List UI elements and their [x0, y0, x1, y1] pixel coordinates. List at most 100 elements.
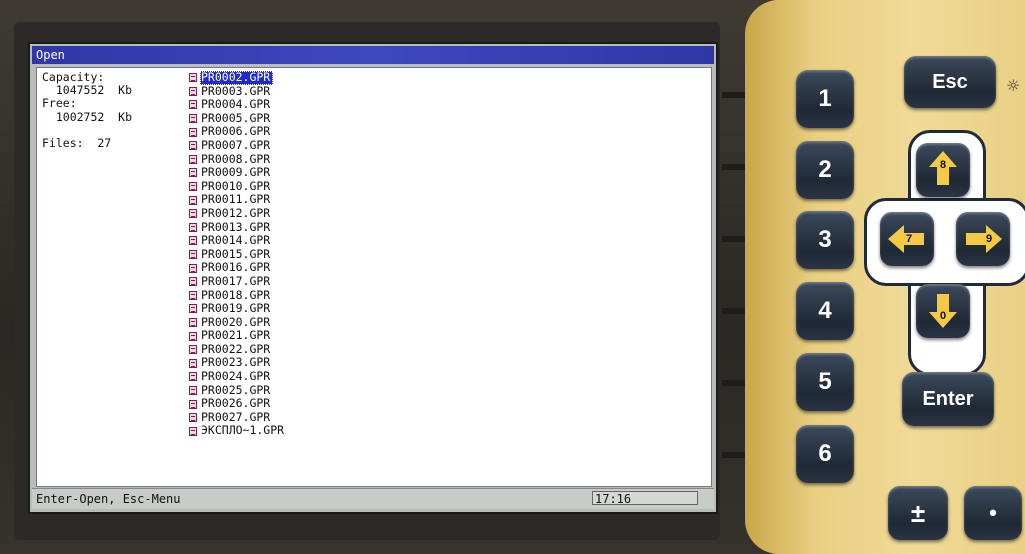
file-list-item[interactable]: PR0002.GPR [189, 70, 369, 85]
file-name: PR0007.GPR [201, 137, 271, 152]
file-icon [189, 236, 197, 246]
file-name: PR0021.GPR [201, 328, 271, 343]
file-list-item[interactable]: PR0027.GPR [189, 409, 369, 425]
file-name: PR0011.GPR [201, 192, 271, 207]
file-list-item[interactable]: PR0015.GPR [189, 247, 369, 262]
digit-key-2[interactable]: 2 [796, 141, 854, 199]
clock: 17:16 [592, 491, 698, 506]
file-list-item[interactable]: PR0019.GPR [189, 301, 369, 316]
up-arrow-key[interactable]: 8 [916, 143, 970, 197]
enter-key[interactable]: Enter [902, 372, 994, 426]
file-name: PR0009.GPR [201, 165, 271, 180]
open-dialog-content: Capacity: 1047552 Kb Free: 1002752 Kb Fi… [36, 67, 712, 487]
file-list-item[interactable]: PR0016.GPR [189, 261, 369, 275]
file-name: PR0017.GPR [201, 273, 271, 288]
file-icon [189, 209, 197, 219]
file-name: PR0003.GPR [201, 83, 271, 98]
file-list-item[interactable]: PR0003.GPR [189, 83, 369, 99]
file-icon [189, 168, 197, 178]
free-label: Free: [42, 96, 77, 111]
file-list-item[interactable]: PR0026.GPR [189, 397, 369, 411]
file-name: PR0023.GPR [201, 355, 271, 370]
file-icon [189, 127, 197, 137]
up-key-number: 8 [939, 159, 947, 171]
left-key-number: 7 [906, 233, 913, 245]
file-icon [189, 385, 197, 395]
down-key-number: 0 [939, 310, 947, 322]
window-title: Open [32, 46, 714, 64]
file-icon [189, 114, 197, 124]
file-list-item[interactable]: ЭКСПЛО~1.GPR [189, 424, 369, 438]
file-name: PR0006.GPR [201, 124, 271, 139]
file-list-item[interactable]: PR0023.GPR [189, 356, 369, 370]
file-icon [189, 413, 197, 423]
file-name: PR0008.GPR [201, 151, 271, 166]
right-arrow-key[interactable]: 9 [956, 212, 1010, 266]
file-list-item[interactable]: PR0004.GPR [189, 98, 369, 112]
right-key-number: 9 [986, 233, 993, 245]
file-name: PR0002.GPR [200, 70, 274, 85]
file-icon [189, 290, 197, 300]
file-list-item[interactable]: PR0007.GPR [189, 137, 369, 153]
file-list-item[interactable]: PR0020.GPR [189, 315, 369, 330]
digit-key-6[interactable]: 6 [796, 425, 854, 483]
files-count: Files: 27 [42, 135, 112, 150]
file-icon [189, 154, 197, 164]
file-name: PR0025.GPR [201, 382, 271, 397]
file-list-item[interactable]: PR0010.GPR [189, 179, 369, 194]
down-arrow-key[interactable]: 0 [916, 284, 970, 338]
file-icon [189, 263, 197, 273]
file-list-item[interactable]: PR0017.GPR [189, 273, 369, 289]
file-name: PR0024.GPR [201, 369, 271, 384]
file-list-item[interactable]: PR0009.GPR [189, 166, 369, 180]
file-name: PR0022.GPR [201, 341, 271, 356]
file-icon [189, 372, 197, 382]
file-list-item[interactable]: PR0022.GPR [189, 341, 369, 357]
file-icon [189, 358, 197, 368]
file-list-item[interactable]: PR0011.GPR [189, 193, 369, 207]
file-name: PR0014.GPR [201, 233, 271, 248]
brightness-icon[interactable]: ☼ [1006, 76, 1020, 95]
file-icon [189, 73, 197, 83]
file-icon [189, 86, 197, 96]
device-screen: Open Capacity: 1047552 Kb Free: 1002752 … [28, 42, 718, 514]
file-name: PR0005.GPR [201, 110, 271, 125]
file-icon [189, 331, 197, 341]
file-name: PR0004.GPR [201, 97, 271, 112]
file-name: PR0019.GPR [201, 301, 271, 316]
file-name: PR0013.GPR [201, 219, 271, 234]
file-icon [189, 277, 197, 287]
storage-info: Capacity: 1047552 Kb Free: 1002752 Kb Fi… [42, 70, 182, 150]
left-arrow-key[interactable]: 7 [880, 212, 934, 266]
file-name: PR0027.GPR [201, 409, 271, 424]
file-list-item[interactable]: PR0024.GPR [189, 369, 369, 384]
digit-key-5[interactable]: 5 [796, 353, 854, 411]
file-icon [189, 100, 197, 110]
status-bar: Enter-Open, Esc-Menu 17:16 [32, 488, 714, 509]
file-name: PR0016.GPR [201, 260, 271, 275]
dot-key[interactable]: • [964, 486, 1022, 540]
esc-key[interactable]: Esc [904, 56, 996, 108]
file-name: ЭКСПЛО~1.GPR [201, 423, 285, 438]
file-list-item[interactable]: PR0005.GPR [189, 110, 369, 126]
file-icon [189, 317, 197, 327]
file-list-item[interactable]: PR0006.GPR [189, 125, 369, 139]
file-list-item[interactable]: PR0025.GPR [189, 382, 369, 398]
plus-minus-key[interactable]: ± [888, 486, 948, 540]
file-list-item[interactable]: PR0021.GPR [189, 329, 369, 343]
file-icon [189, 195, 197, 205]
free-value: 1002752 Kb [42, 109, 133, 124]
file-name: PR0026.GPR [201, 396, 271, 411]
file-list-item[interactable]: PR0013.GPR [189, 219, 369, 235]
file-icon [189, 182, 197, 192]
digit-key-1[interactable]: 1 [796, 70, 854, 128]
file-list[interactable]: PR0002.GPR PR0003.GPR PR0004.GPR PR0005.GPR… [189, 70, 369, 438]
digit-key-4[interactable]: 4 [796, 282, 854, 340]
file-list-item[interactable]: PR0008.GPR [189, 151, 369, 167]
file-list-item[interactable]: PR0012.GPR [189, 205, 369, 221]
file-name: PR0012.GPR [201, 205, 271, 220]
file-list-item[interactable]: PR0014.GPR [189, 234, 369, 248]
file-icon [189, 426, 197, 436]
file-list-item[interactable]: PR0018.GPR [189, 288, 369, 303]
digit-key-3[interactable]: 3 [796, 211, 854, 269]
